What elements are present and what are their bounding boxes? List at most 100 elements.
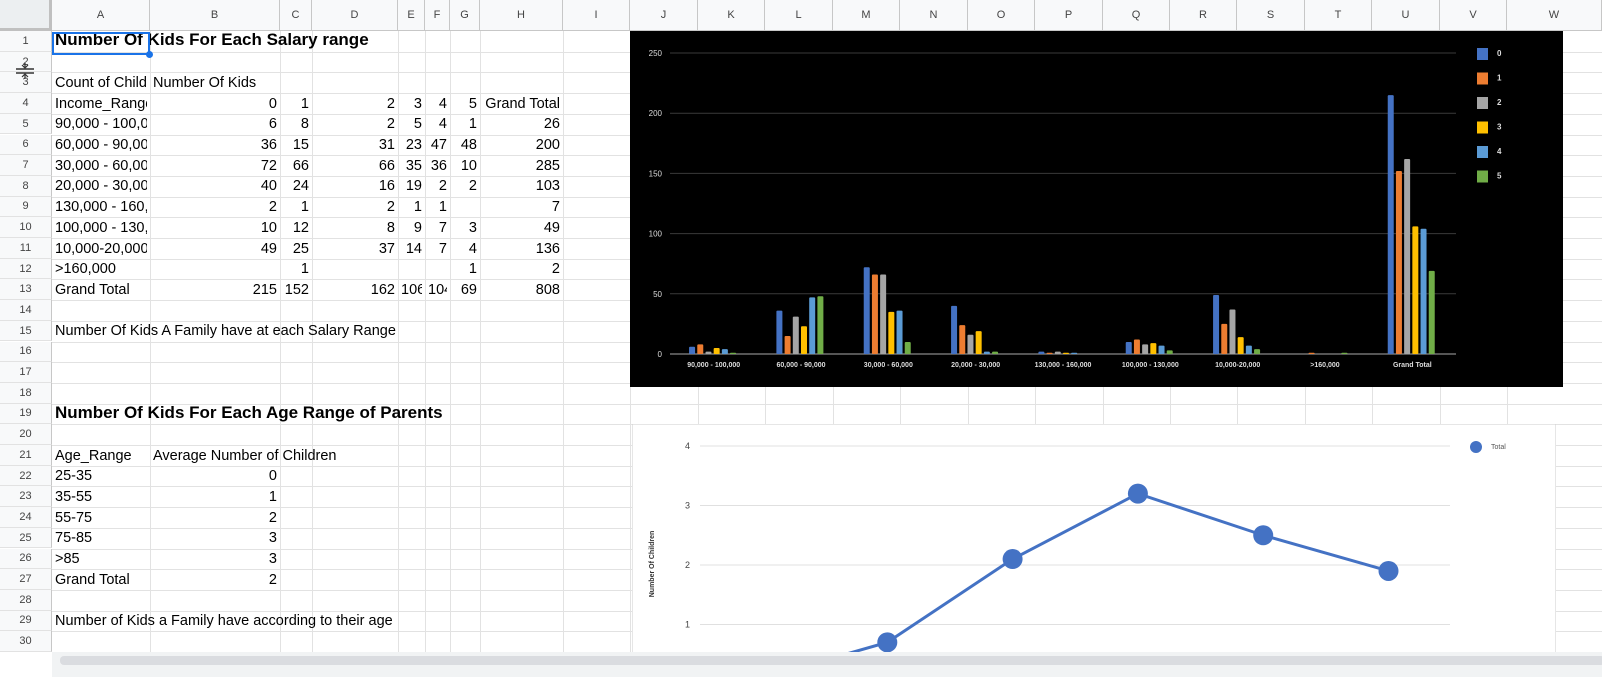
data-point[interactable]: [1127, 483, 1148, 504]
row-header[interactable]: 12: [0, 258, 52, 280]
column-header[interactable]: I: [563, 0, 630, 31]
column-header[interactable]: W: [1507, 0, 1602, 31]
bar[interactable]: [1404, 158, 1411, 354]
row-header[interactable]: 25: [0, 527, 52, 549]
pivot-header-cell[interactable]: 4: [428, 94, 447, 115]
row-header[interactable]: 26: [0, 548, 52, 570]
column-header[interactable]: V: [1440, 0, 1507, 31]
count-cell[interactable]: 7: [428, 218, 447, 239]
row-header[interactable]: 29: [0, 610, 52, 632]
bar[interactable]: [1063, 352, 1069, 354]
column-header[interactable]: H: [480, 0, 563, 31]
bar[interactable]: [1308, 352, 1315, 354]
bar[interactable]: [1254, 349, 1261, 354]
column-header[interactable]: S: [1237, 0, 1305, 31]
count-cell[interactable]: 9: [401, 218, 422, 239]
income-range-cell[interactable]: Grand Total: [55, 280, 147, 301]
bar[interactable]: [871, 274, 878, 354]
bar[interactable]: [880, 274, 887, 354]
count-cell[interactable]: 8: [315, 218, 395, 239]
income-range-cell[interactable]: 10,000-20,000: [55, 239, 147, 260]
bar[interactable]: [1412, 226, 1419, 354]
column-header[interactable]: G: [450, 0, 480, 31]
bar[interactable]: [1125, 341, 1132, 354]
age-range-cell[interactable]: 55-75: [55, 508, 147, 529]
count-cell[interactable]: 103: [483, 176, 560, 197]
income-range-cell[interactable]: 100,000 - 130,: [55, 218, 147, 239]
count-cell[interactable]: 23: [401, 135, 422, 156]
age-range-cell[interactable]: 35-55: [55, 487, 147, 508]
bar[interactable]: [1046, 352, 1053, 354]
count-cell[interactable]: 40: [153, 176, 277, 197]
count-cell[interactable]: 10: [153, 218, 277, 239]
horizontal-scrollbar[interactable]: [52, 652, 1602, 677]
column-header[interactable]: C: [280, 0, 312, 31]
row-header[interactable]: 5: [0, 113, 52, 135]
column-header[interactable]: D: [312, 0, 398, 31]
fill-handle[interactable]: [146, 51, 153, 58]
count-cell[interactable]: 104: [428, 280, 447, 301]
age-note[interactable]: Number of Kids a Family have according t…: [55, 611, 655, 632]
count-cell[interactable]: 16: [315, 176, 395, 197]
bar[interactable]: [1213, 295, 1220, 354]
avg-children-cell[interactable]: 0: [153, 466, 277, 487]
row-header[interactable]: 11: [0, 238, 52, 259]
pivot-header-cell[interactable]: Grand Total: [483, 94, 560, 115]
count-cell[interactable]: 106: [401, 280, 422, 301]
bar[interactable]: [1158, 345, 1165, 354]
bar[interactable]: [975, 331, 982, 354]
row-header[interactable]: 17: [0, 362, 52, 383]
count-cell[interactable]: 24: [283, 176, 309, 197]
count-cell[interactable]: 7: [483, 197, 560, 218]
row-header[interactable]: 21: [0, 445, 52, 466]
column-header[interactable]: P: [1035, 0, 1103, 31]
column-header[interactable]: T: [1305, 0, 1372, 31]
count-cell[interactable]: 36: [153, 135, 277, 156]
bar[interactable]: [809, 297, 816, 354]
row-header[interactable]: 8: [0, 175, 52, 197]
count-cell[interactable]: 1: [401, 197, 422, 218]
age-title[interactable]: Number Of Kids For Each Age Range of Par…: [55, 403, 655, 424]
age-range-cell[interactable]: 25-35: [55, 466, 147, 487]
count-cell[interactable]: 35: [401, 156, 422, 177]
row-header[interactable]: 16: [0, 341, 52, 363]
avg-children-cell[interactable]: 2: [153, 570, 277, 591]
count-cell[interactable]: 136: [483, 239, 560, 260]
bar[interactable]: [1387, 95, 1394, 354]
row-header[interactable]: 6: [0, 134, 52, 156]
row-resize-icon[interactable]: [14, 63, 36, 79]
bar[interactable]: [1133, 339, 1140, 354]
salary-bar-chart[interactable]: 05010015020025090,000 - 100,000 60,000 - …: [630, 31, 1563, 387]
row-header[interactable]: 9: [0, 196, 52, 218]
count-cell[interactable]: 152: [283, 280, 309, 301]
bar[interactable]: [888, 311, 895, 354]
bar[interactable]: [1428, 270, 1435, 354]
bar[interactable]: [904, 341, 911, 354]
count-cell[interactable]: 47: [428, 135, 447, 156]
column-header[interactable]: B: [150, 0, 280, 31]
count-cell[interactable]: 6: [153, 114, 277, 135]
count-cell[interactable]: [153, 259, 277, 280]
data-point[interactable]: [877, 632, 898, 653]
bar[interactable]: [1221, 323, 1228, 354]
bar[interactable]: [1245, 345, 1252, 354]
row-header[interactable]: 19: [0, 403, 52, 425]
bar[interactable]: [863, 267, 870, 354]
income-range-cell[interactable]: 30,000 - 60,00: [55, 156, 147, 177]
bar[interactable]: [1395, 170, 1402, 354]
row-header[interactable]: 15: [0, 320, 52, 342]
count-cell[interactable]: 37: [315, 239, 395, 260]
row-header[interactable]: 22: [0, 465, 52, 487]
count-cell[interactable]: 4: [428, 114, 447, 135]
pivot-header-cell[interactable]: 5: [453, 94, 477, 115]
data-point[interactable]: [1378, 560, 1399, 581]
count-cell[interactable]: 7: [428, 239, 447, 260]
count-cell[interactable]: 8: [283, 114, 309, 135]
count-cell[interactable]: 48: [453, 135, 477, 156]
count-cell[interactable]: 14: [401, 239, 422, 260]
active-cell-selection[interactable]: [52, 32, 150, 55]
income-range-cell[interactable]: 90,000 - 100,0: [55, 114, 147, 135]
bar[interactable]: [1166, 350, 1173, 354]
bar[interactable]: [1237, 337, 1244, 354]
pivot-header-cell[interactable]: Income_Range: [55, 94, 147, 115]
